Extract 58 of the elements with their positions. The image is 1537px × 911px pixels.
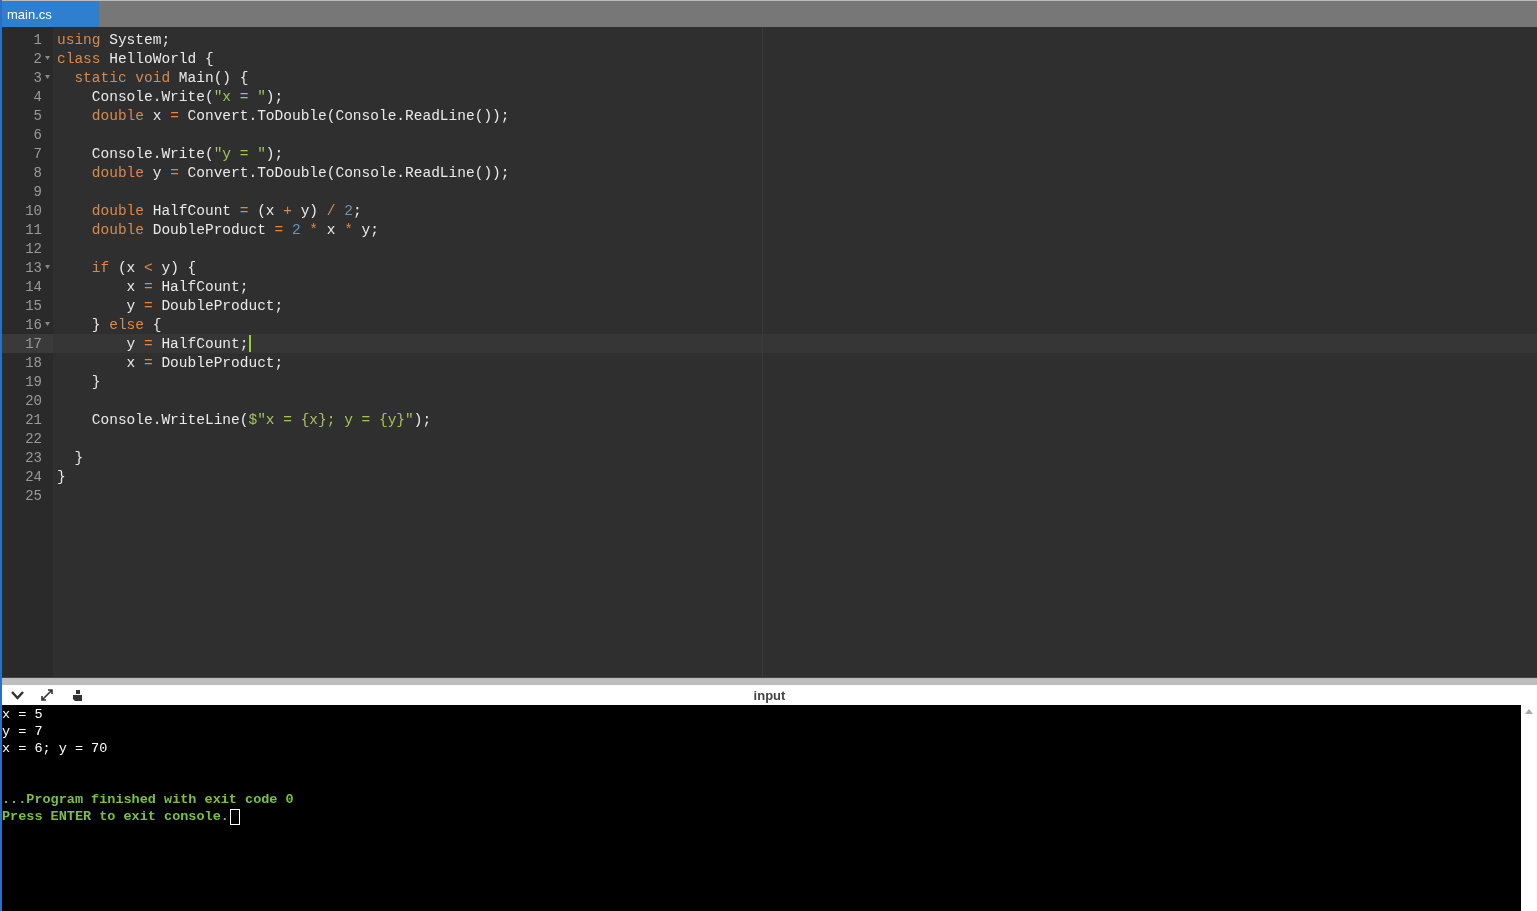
code-line: static void Main() { [73,69,249,86]
line-number: 7 [32,144,43,163]
code-line: double DoubleProduct = 2 * x * y; [90,221,379,238]
code-line: x = DoubleProduct; [125,354,284,371]
code-line: } [57,468,66,485]
line-number: 13 [2,258,53,277]
code-line: double x = Convert.ToDouble(Console.ReadLine()); [90,107,510,124]
line-number: 25 [24,486,43,505]
line-number: 3 [2,68,53,87]
console-title: input [753,687,786,703]
fold-arrow-icon[interactable] [45,56,50,60]
line-number: 5 [32,106,43,125]
console-line: y = 7 [2,723,43,740]
code-line: } else { [90,316,162,333]
code-line: using System; [57,31,171,48]
line-number: 14 [24,277,43,296]
fold-arrow-icon[interactable] [45,265,50,269]
scroll-up-arrow-icon[interactable] [1525,709,1533,714]
line-number: 4 [32,87,43,106]
code-line: Console.WriteLine($"x = {x}; y = {y}"); [90,411,432,428]
line-number: 17 [2,334,53,353]
line-number: 21 [24,410,43,429]
code-line: x = HalfCount; [125,278,249,295]
line-number: 6 [32,125,43,144]
line-number: 24 [24,467,43,486]
line-number: 8 [32,163,43,182]
code-line: double HalfCount = (x + y) / 2; [90,202,362,219]
file-tab[interactable]: main.cs [2,1,99,27]
code-line: if (x < y) { [90,259,197,276]
splitter-bar[interactable] [2,677,1537,685]
line-number: 1 [32,30,43,49]
console-line: x = 6; y = 70 [2,740,108,757]
line-number: 22 [24,429,43,448]
line-number: 10 [24,201,43,220]
line-number: 16 [2,315,53,334]
text-cursor [249,335,252,352]
code-line: } [73,449,84,466]
console-line: ...Program finished with exit code 0 [2,791,294,808]
console-line: Press ENTER to exit console. [2,808,229,825]
console-line: x = 5 [2,706,43,723]
fold-arrow-icon[interactable] [45,75,50,79]
code-line: y = DoubleProduct; [125,297,284,314]
code-line: class HelloWorld { [57,50,214,67]
code-line: Console.Write("y = "); [90,145,284,162]
code-line: } [90,373,101,390]
line-number: 23 [24,448,43,467]
line-number: 18 [24,353,43,372]
line-number: 15 [24,296,43,315]
line-number: 2 [2,49,53,68]
fold-arrow-icon[interactable] [45,322,50,326]
line-number: 19 [24,372,43,391]
code-line: Console.Write("x = "); [90,88,284,105]
line-number: 11 [24,220,43,239]
line-number: 20 [24,391,43,410]
line-number: 12 [24,239,43,258]
line-number: 9 [32,182,43,201]
code-line: y = HalfCount; [125,335,249,352]
code-line: double y = Convert.ToDouble(Console.ReadLine()); [90,164,510,181]
